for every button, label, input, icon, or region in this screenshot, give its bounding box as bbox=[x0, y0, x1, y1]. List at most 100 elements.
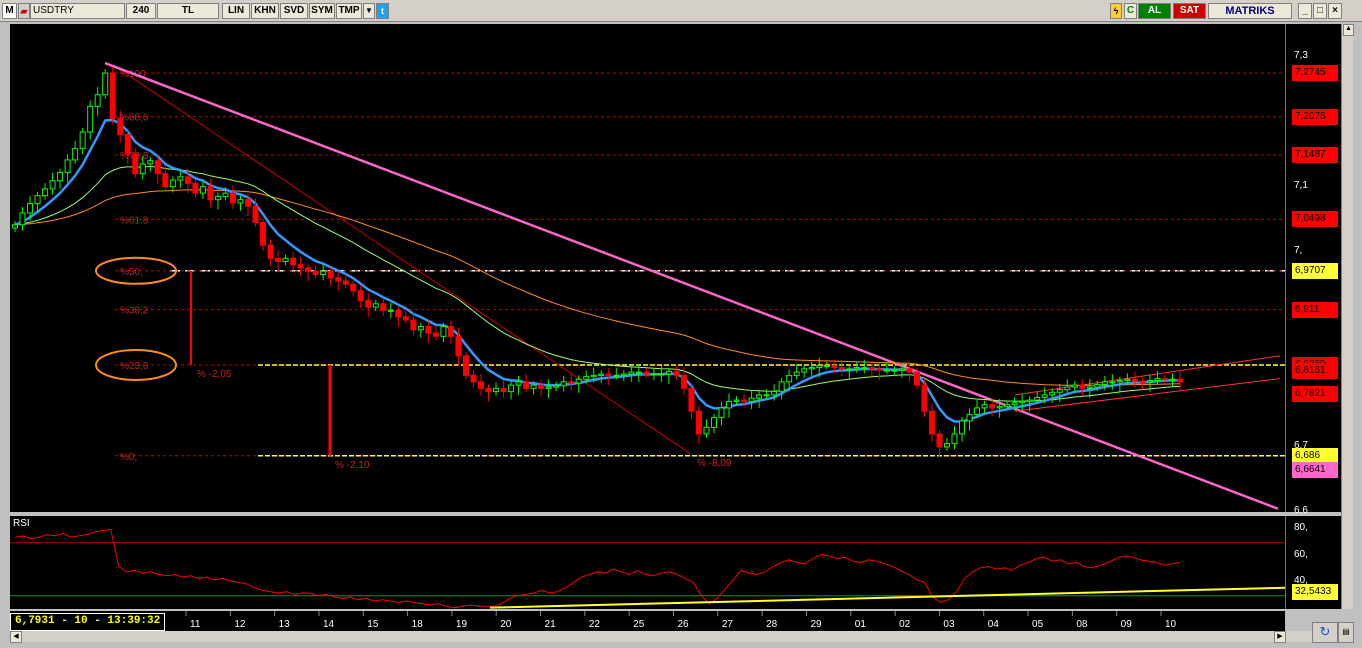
candle bbox=[432, 332, 439, 337]
sym-button[interactable]: SYM bbox=[309, 3, 335, 19]
fib-level-label: %50, bbox=[120, 267, 143, 278]
time-label: 02 bbox=[899, 619, 911, 630]
time-label: 22 bbox=[589, 619, 601, 630]
time-label: 18 bbox=[412, 619, 424, 630]
maximize-button[interactable]: □ bbox=[1313, 3, 1327, 19]
candle bbox=[417, 326, 424, 331]
scroll-up-icon[interactable]: ▲ bbox=[1343, 24, 1354, 36]
candle bbox=[365, 300, 372, 308]
candle bbox=[523, 381, 530, 389]
candle bbox=[1139, 380, 1146, 383]
scroll-left-icon[interactable]: ◀ bbox=[10, 631, 22, 643]
candle bbox=[944, 443, 950, 448]
rsi-chart-svg[interactable] bbox=[10, 516, 1286, 609]
time-label: 05 bbox=[1032, 619, 1044, 630]
close-button[interactable]: × bbox=[1328, 3, 1342, 19]
fib-level-label: %0, bbox=[120, 452, 137, 463]
candle bbox=[395, 309, 402, 318]
lin-button[interactable]: LIN bbox=[222, 3, 250, 19]
candle bbox=[470, 374, 477, 383]
candle bbox=[229, 192, 236, 204]
candle bbox=[650, 373, 657, 376]
candle bbox=[282, 257, 289, 262]
candle bbox=[1064, 386, 1071, 391]
candle bbox=[1161, 378, 1168, 381]
time-label: 13 bbox=[279, 619, 291, 630]
price-box: 7,0498 bbox=[1292, 211, 1338, 228]
price-tick: 7, bbox=[1294, 244, 1303, 256]
candle bbox=[605, 373, 612, 376]
candle bbox=[673, 370, 680, 376]
buy-button[interactable]: AL bbox=[1138, 3, 1171, 19]
sell-button[interactable]: SAT bbox=[1173, 3, 1206, 19]
candle bbox=[711, 417, 717, 428]
candle bbox=[996, 406, 1003, 409]
tmp-button[interactable]: TMP bbox=[336, 3, 362, 19]
candle bbox=[801, 368, 808, 373]
symbol-field[interactable]: USDTRY bbox=[30, 3, 125, 19]
candle bbox=[19, 212, 26, 226]
candle bbox=[868, 367, 875, 370]
price-chart-panel[interactable]: %100%88,6%78,6%61,8%50,%38,2%23,6%0,% -2… bbox=[10, 24, 1285, 512]
flag-icon[interactable]: ▰ bbox=[18, 3, 30, 19]
time-label: 14 bbox=[323, 619, 335, 630]
candle bbox=[620, 373, 627, 376]
fib-level-label: %88,6 bbox=[120, 113, 149, 124]
twitter-icon[interactable]: t bbox=[376, 3, 389, 19]
price-chart-svg[interactable]: %100%88,6%78,6%61,8%50,%38,2%23,6%0,% -2… bbox=[10, 24, 1285, 512]
time-label: 27 bbox=[722, 619, 734, 630]
candle bbox=[831, 365, 838, 369]
svd-button[interactable]: SVD bbox=[280, 3, 308, 19]
candle bbox=[275, 257, 282, 262]
candle bbox=[583, 376, 590, 380]
sync-icon[interactable]: ↻ bbox=[1312, 622, 1338, 643]
lightning-icon[interactable]: ϟ bbox=[1110, 3, 1122, 19]
khn-button[interactable]: KHN bbox=[251, 3, 279, 19]
fib-level-label: %23,6 bbox=[120, 361, 149, 372]
refresh-icon[interactable]: C bbox=[1124, 3, 1137, 19]
candle bbox=[1154, 378, 1161, 382]
time-axis: 11 12 13 14 15 18 19 20 21 22 25 26 27 28 29 01 02 03 04 05… bbox=[10, 611, 1285, 631]
ema-mid-line bbox=[14, 165, 1181, 402]
candle bbox=[508, 384, 515, 393]
candle bbox=[387, 309, 394, 312]
price-box: 6,911 bbox=[1292, 301, 1338, 318]
currency-field[interactable]: TL bbox=[157, 3, 219, 19]
rsi-panel[interactable]: RSI bbox=[10, 516, 1286, 609]
time-label: 04 bbox=[988, 619, 1000, 630]
candle bbox=[763, 394, 770, 397]
candle bbox=[199, 186, 206, 194]
time-label: 21 bbox=[545, 619, 557, 630]
candle bbox=[838, 367, 845, 370]
candle bbox=[147, 160, 154, 165]
candle bbox=[102, 72, 109, 96]
minimize-button[interactable]: _ bbox=[1298, 3, 1312, 19]
candle bbox=[688, 387, 695, 412]
scroll-right-icon[interactable]: ▶ bbox=[1274, 631, 1286, 643]
candle bbox=[154, 160, 161, 175]
candle bbox=[447, 326, 454, 337]
candle bbox=[410, 319, 417, 331]
candle bbox=[786, 374, 793, 383]
dropdown-arrow-icon[interactable]: ▼ bbox=[363, 3, 375, 19]
cursor-readout: 6,7931 - 10 - 13:39:32 bbox=[10, 613, 166, 631]
horizontal-scrollbar[interactable]: ◀ ▶ ↻ ▤ bbox=[10, 622, 1354, 643]
candle bbox=[658, 373, 665, 376]
candle bbox=[109, 72, 116, 119]
candle bbox=[252, 205, 259, 223]
candle bbox=[846, 368, 853, 371]
time-label: 29 bbox=[810, 619, 822, 630]
candle bbox=[1094, 383, 1101, 388]
candle bbox=[335, 277, 342, 282]
candle bbox=[42, 188, 49, 197]
options-icon[interactable]: ▤ bbox=[1338, 622, 1354, 643]
rsi-axis: 80, 60, 40, 32,5433 bbox=[1285, 516, 1341, 609]
period-field[interactable]: 240 bbox=[126, 3, 156, 19]
candle bbox=[778, 381, 785, 393]
vertical-scrollbar[interactable]: ▲ bbox=[1341, 24, 1354, 609]
candle bbox=[214, 195, 221, 201]
candle bbox=[207, 186, 214, 201]
candle bbox=[748, 397, 755, 402]
time-label: 09 bbox=[1121, 619, 1133, 630]
price-axis: 7,3 7,1 7, 6,7 6,6 7,2745 7,2075 7,1487 7,0498 6,… bbox=[1285, 24, 1341, 516]
